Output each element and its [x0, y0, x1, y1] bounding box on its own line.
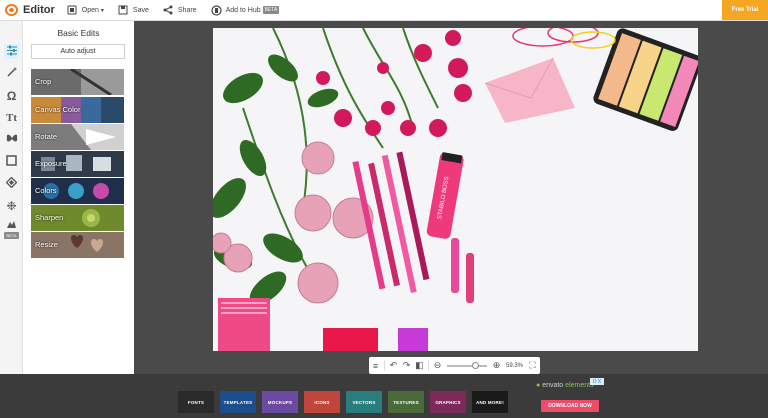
design-tool[interactable]: BETA: [4, 219, 19, 239]
resize-tile[interactable]: Resize: [31, 232, 124, 258]
brand-prefix: envato: [542, 382, 564, 389]
divider: [384, 360, 385, 371]
canvas-color-label: Canvas Color: [35, 105, 81, 114]
canvas-color-tile[interactable]: Canvas Color: [31, 97, 124, 123]
ad-category-textures[interactable]: TEXTURES: [388, 391, 424, 413]
magic-wand-icon: [6, 66, 18, 81]
chevron-down-icon: ▾: [100, 7, 104, 14]
app-logo[interactable]: Editor: [5, 4, 55, 16]
design-icon: [6, 220, 17, 232]
fullscreen-icon[interactable]: ⛶: [526, 357, 539, 374]
undo-icon[interactable]: ↶: [387, 357, 400, 374]
photo-canvas[interactable]: STABILO BOSS: [213, 28, 698, 351]
share-button[interactable]: Share: [163, 0, 197, 21]
ad-category-and-more[interactable]: AND MORE!: [472, 391, 508, 413]
photo-image: STABILO BOSS: [213, 28, 698, 351]
sticker-icon: Ω: [6, 88, 17, 103]
resize-label: Resize: [35, 240, 58, 249]
rotate-tile[interactable]: Rotate: [31, 124, 124, 150]
touch-up-tool[interactable]: Ω: [4, 88, 19, 103]
download-now-button[interactable]: DOWNLOAD NOW: [541, 400, 599, 412]
sharpen-label: Sharpen: [35, 213, 64, 222]
picmonkey-logo-icon: [5, 4, 18, 16]
app-title: Editor: [23, 4, 55, 16]
top-bar: Editor Open ▾ Save Share Add to Hub BETA…: [0, 0, 768, 21]
rotate-label: Rotate: [35, 132, 58, 141]
zoom-value: 59.3%: [506, 362, 524, 369]
auto-adjust-button[interactable]: Auto adjust: [31, 44, 125, 59]
snowflake-icon: ❉: [6, 198, 17, 213]
envato-elements-logo[interactable]: ● envato elements: [536, 382, 594, 389]
frame-icon: [6, 154, 17, 169]
ad-category-mockups[interactable]: MOCKUPS: [262, 391, 298, 413]
save-icon: [118, 5, 129, 16]
colors-tile[interactable]: Colors: [31, 178, 124, 204]
ad-category-graphics[interactable]: GRAPHICS: [430, 391, 466, 413]
ad-banner[interactable]: FONTS TEMPLATES MOCKUPS ICONS VECTORS TE…: [0, 374, 768, 418]
open-label: Open: [81, 6, 99, 14]
zoom-slider-handle[interactable]: [472, 361, 479, 369]
open-button[interactable]: Open ▾: [67, 0, 104, 21]
colors-label: Colors: [35, 186, 57, 195]
frames-tool[interactable]: [4, 154, 19, 169]
tool-beta-badge: BETA: [4, 231, 19, 239]
envato-leaf-icon: ●: [536, 382, 541, 389]
compare-icon[interactable]: ◧: [413, 357, 426, 374]
themes-tool[interactable]: ❉: [4, 198, 19, 213]
sliders-icon: [6, 45, 18, 59]
layers-icon[interactable]: ≡: [369, 357, 382, 374]
zoom-out-icon[interactable]: ⊖: [431, 357, 444, 374]
ad-category-vectors[interactable]: VECTORS: [346, 391, 382, 413]
textures-tool[interactable]: [4, 176, 19, 191]
panel-title: Basic Edits: [57, 28, 100, 38]
exposure-tile[interactable]: Exposure: [31, 151, 124, 177]
basic-edits-panel: Basic Edits Auto adjust Crop Canvas Colo…: [23, 21, 134, 374]
save-label: Save: [132, 6, 149, 14]
zoom-slider[interactable]: [447, 361, 487, 369]
basic-edits-tool[interactable]: [4, 44, 19, 59]
free-trial-button[interactable]: Free Trial: [722, 0, 768, 20]
sharpen-tile[interactable]: Sharpen: [31, 205, 124, 231]
effects-tool[interactable]: [4, 66, 19, 81]
crop-tile[interactable]: Crop: [31, 69, 124, 95]
beta-badge: BETA: [262, 6, 280, 14]
share-icon: [163, 5, 174, 16]
exposure-label: Exposure: [35, 159, 67, 168]
hub-icon: [210, 4, 222, 16]
ad-category-templates[interactable]: TEMPLATES: [220, 391, 256, 413]
redo-icon[interactable]: ↷: [400, 357, 413, 374]
share-label: Share: [177, 6, 197, 14]
crop-label: Crop: [35, 77, 52, 86]
ad-choices-badge[interactable]: D X: [590, 378, 604, 385]
zoom-toolbar: ≡ ↶ ↷ ◧ ⊖ ⊕ 59.3% ⛶: [369, 357, 540, 374]
ad-category-icons[interactable]: ICONS: [304, 391, 340, 413]
ad-category-fonts[interactable]: FONTS: [178, 391, 214, 413]
text-icon: Tt: [6, 111, 17, 124]
graphics-tool[interactable]: [4, 132, 19, 147]
zoom-in-icon[interactable]: ⊕: [490, 357, 503, 374]
text-tool[interactable]: Tt: [4, 110, 19, 125]
divider: [428, 360, 429, 371]
texture-icon: [5, 176, 18, 191]
butterfly-icon: [6, 133, 18, 147]
tool-sidebar: Ω Tt ❉ BETA: [0, 21, 23, 374]
add-to-hub-button[interactable]: Add to Hub BETA: [210, 0, 280, 21]
open-folder-icon: [67, 5, 78, 16]
add-to-hub-label: Add to Hub: [225, 6, 261, 14]
save-button[interactable]: Save: [118, 0, 149, 21]
